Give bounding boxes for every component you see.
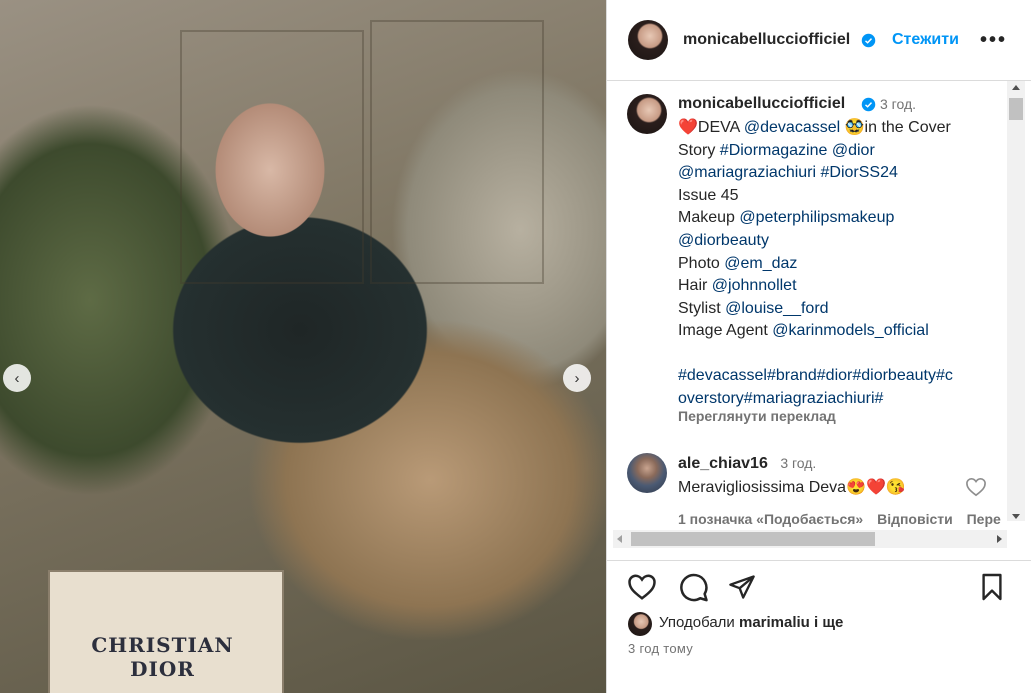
comments-scroll-area[interactable]: monicabellucciofficiel 3 год. ❤️DEVA @de… — [607, 81, 1031, 549]
chevron-left-icon: ‹ — [14, 369, 20, 387]
liker-avatar[interactable] — [628, 612, 652, 636]
follow-button[interactable]: Стежити — [892, 31, 959, 49]
mention-link[interactable]: @karinmodels_official — [772, 322, 928, 339]
hashtags-line[interactable]: #devacassel#brand#dior#diorbeauty#c — [678, 365, 988, 388]
post-time-ago[interactable]: 3 год тому — [628, 641, 693, 656]
caption-text-segment: DEVA — [697, 119, 744, 136]
hashtag-link[interactable]: #DiorSS24 — [821, 164, 898, 181]
mention-link[interactable]: @mariagraziachiuri — [678, 164, 816, 181]
liked-by-user[interactable]: marimaliu — [739, 614, 810, 631]
caption-text-segment: Makeup — [678, 209, 740, 227]
share-paper-plane-icon[interactable] — [727, 573, 757, 601]
liked-by-others[interactable]: і ще — [814, 614, 843, 631]
comment-meta: 1 позначка «Подобається» Відповісти Пере — [678, 511, 1001, 527]
scroll-up-arrow-icon[interactable] — [1012, 85, 1020, 90]
liked-by-text: Уподобали marimaliu і ще — [659, 614, 843, 631]
mention-link[interactable]: @devacassel — [744, 119, 840, 136]
liked-by-prefix: Уподобали — [659, 614, 735, 631]
save-bookmark-icon[interactable] — [980, 572, 1004, 602]
horizontal-scrollbar[interactable] — [613, 530, 1007, 548]
chevron-right-icon: › — [574, 369, 580, 387]
carousel-prev-button[interactable]: ‹ — [3, 364, 31, 392]
post-actions-bar — [607, 560, 1031, 611]
scroll-down-arrow-icon[interactable] — [1012, 514, 1020, 519]
caption-text: ❤️DEVA @devacassel 🥸in the Cover Story #… — [678, 117, 988, 410]
caption-text-segment: Image Agent — [678, 322, 773, 340]
background-door-panel — [370, 20, 544, 284]
post-sidebar: monicabellucciofficiel Стежити ••• monic… — [606, 0, 1031, 693]
author-username[interactable]: monicabellucciofficiel — [683, 31, 850, 49]
heart-emoji: ❤️ — [678, 119, 698, 136]
caption-text-segment: Hair — [678, 277, 712, 295]
comment-bubble-icon[interactable] — [679, 572, 709, 602]
emoji: 🥸 — [844, 119, 865, 136]
mention-link[interactable]: @johnnollet — [712, 277, 797, 294]
comment-author-name[interactable]: ale_chiav16 — [678, 455, 768, 472]
caption-author-name[interactable]: monicabellucciofficiel — [678, 95, 845, 112]
commenter-avatar[interactable] — [627, 453, 667, 493]
mention-link[interactable]: @dior — [832, 142, 875, 159]
comment-text: Meravigliosissima Deva😍❤️😘 — [678, 477, 906, 497]
comment-emojis: 😍❤️😘 — [846, 479, 906, 496]
more-dots-icon: ••• — [980, 29, 1008, 51]
reply-button[interactable]: Відповісти — [877, 511, 953, 527]
mention-link[interactable]: @em_daz — [724, 255, 797, 272]
mention-link[interactable]: @peterphilipsmakeup — [739, 209, 894, 226]
caption-author-avatar[interactable] — [627, 94, 667, 134]
post-header: monicabellucciofficiel Стежити ••• — [607, 0, 1031, 81]
caption-issue: Issue 45 — [678, 186, 739, 204]
post-photo[interactable]: CHRISTIAN DIOR ‹ › — [0, 0, 606, 693]
carousel-next-button[interactable]: › — [563, 364, 591, 392]
caption-text-segment: Stylist — [678, 299, 726, 317]
hashtag-link[interactable]: #Diormagazine — [720, 142, 828, 159]
mention-link[interactable]: @louise__ford — [725, 300, 828, 317]
vertical-scrollbar[interactable] — [1007, 81, 1025, 521]
bag-brand-text: CHRISTIAN DIOR — [91, 633, 234, 681]
more-options-button[interactable]: ••• — [980, 29, 1007, 52]
horizontal-scroll-thumb[interactable] — [631, 532, 875, 546]
mention-link[interactable]: @diorbeauty — [678, 232, 769, 249]
verified-badge-icon — [861, 33, 876, 48]
author-avatar[interactable] — [628, 20, 668, 60]
comment-author[interactable]: ale_chiav16 3 год. — [678, 455, 816, 473]
comment-like-heart-icon[interactable] — [965, 477, 987, 497]
scroll-right-arrow-icon[interactable] — [997, 535, 1002, 543]
verified-badge-icon — [861, 97, 876, 112]
comment-time: 3 год. — [780, 455, 817, 471]
like-heart-icon[interactable] — [627, 573, 657, 601]
caption-text-segment: Photo — [678, 254, 725, 272]
comment-like-count[interactable]: 1 позначка «Подобається» — [678, 511, 863, 527]
caption-author[interactable]: monicabellucciofficiel — [678, 95, 845, 113]
caption-time: 3 год. — [880, 96, 917, 112]
see-translation-button[interactable]: Переглянути переклад — [678, 408, 836, 424]
hashtags-line[interactable]: overstory#mariagraziachiuri# — [678, 388, 988, 411]
background-door-panel — [180, 30, 364, 284]
see-more-button[interactable]: Пере — [967, 511, 1001, 527]
scroll-left-arrow-icon[interactable] — [617, 535, 622, 543]
comment-body: Meravigliosissima Deva — [678, 479, 847, 496]
vertical-scroll-thumb[interactable] — [1009, 98, 1023, 120]
